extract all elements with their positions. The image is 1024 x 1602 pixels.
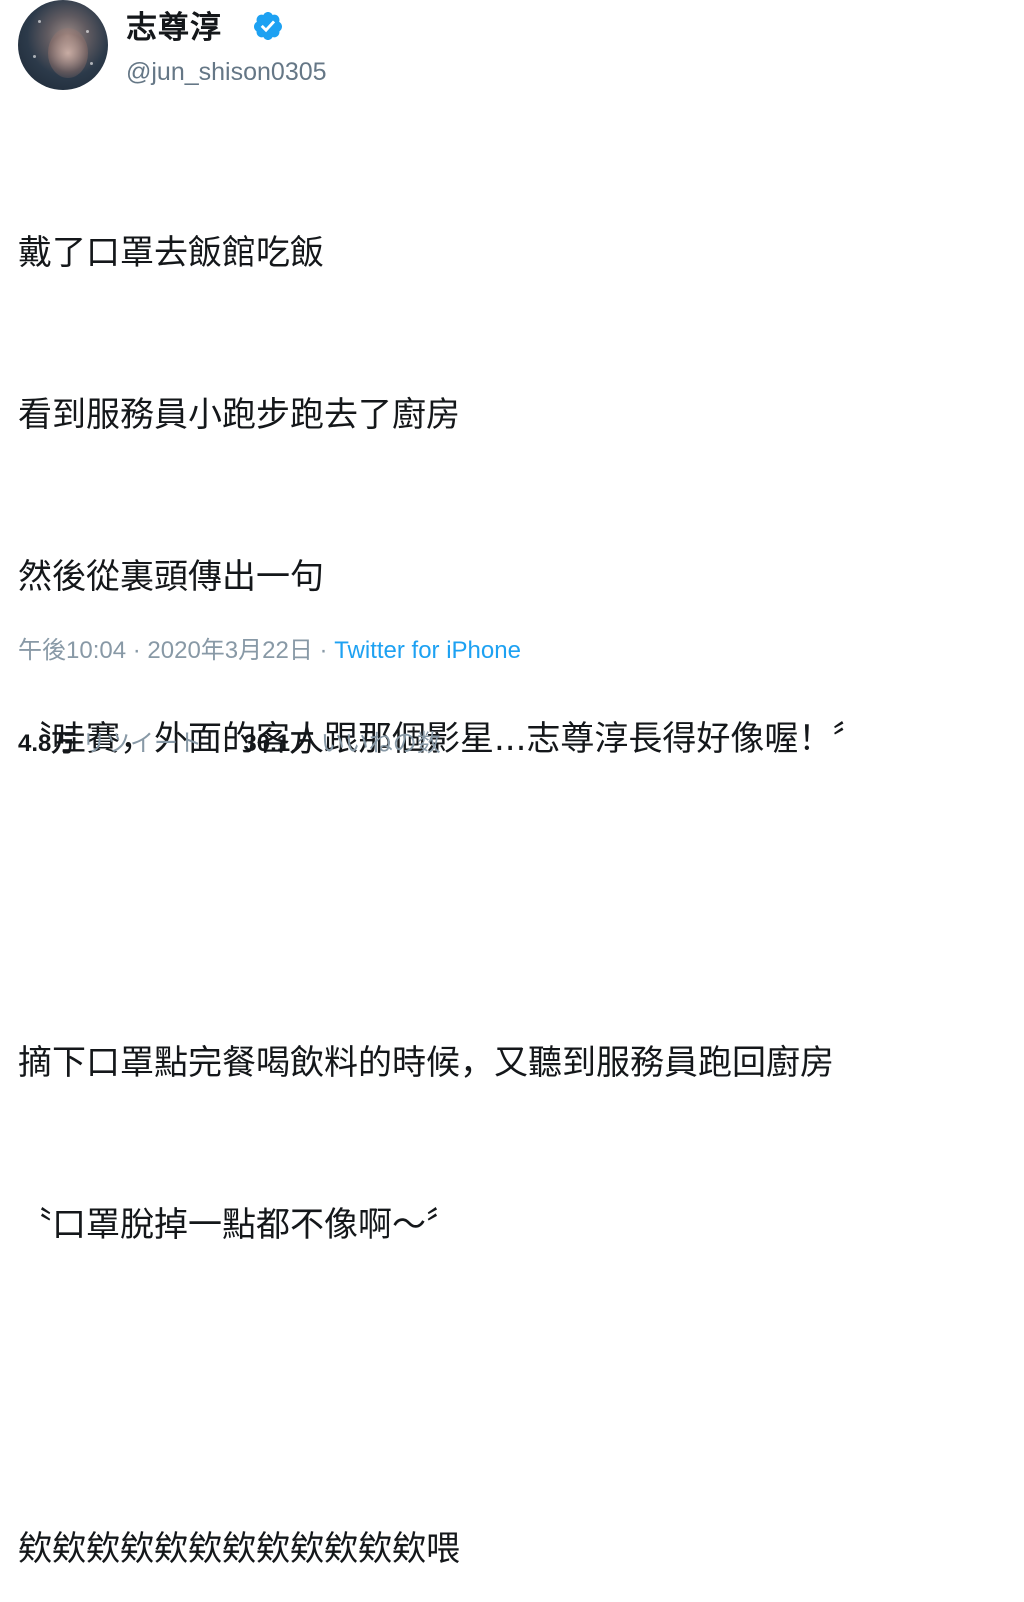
- like-label: いいねの数: [320, 730, 441, 757]
- tweet-line: 然後從裏頭傳出一句: [18, 557, 324, 597]
- meta-separator: ·: [132, 637, 141, 664]
- retweet-count: 4.8万: [18, 730, 76, 757]
- username-handle[interactable]: @jun_shison0305: [126, 55, 327, 89]
- tweet-line: [18, 874, 1018, 928]
- tweet-line: 戴了口罩去飯館吃飯: [18, 233, 324, 273]
- tweet-line: 〝口罩脫掉一點都不像啊～〞: [18, 1205, 460, 1245]
- tweet-metadata: 午後10:04 · 2020年3月22日 · Twitter for iPhon…: [18, 633, 521, 669]
- tweet-line: 摘下口罩點完餐喝飲料的時候，又聽到服務員跑回廚房: [18, 1043, 834, 1083]
- avatar-photo: [48, 28, 88, 78]
- meta-separator: ·: [319, 637, 328, 664]
- tweet-time[interactable]: 午後10:04: [18, 637, 126, 664]
- avatar-sparkle: [38, 20, 41, 23]
- tweet-line: 欸欸欸欸欸欸欸欸欸欸欸欸喂: [18, 1529, 460, 1569]
- tweet-date[interactable]: 2020年3月22日: [147, 637, 312, 664]
- like-stat[interactable]: 30.1万 いいねの数: [243, 730, 440, 757]
- like-count: 30.1万: [243, 730, 315, 757]
- tweet-line: [18, 1360, 1018, 1414]
- avatar-sparkle: [90, 62, 93, 65]
- tweet-text: 戴了口罩去飯館吃飯 看到服務員小跑步跑去了廚房 然後從裏頭傳出一句 〝哇賽，外面…: [18, 118, 1018, 1602]
- verified-badge-icon: [253, 12, 282, 40]
- tweet-stats: 4.8万 リツイート 30.1万 いいねの数: [18, 726, 441, 762]
- avatar-sparkle: [33, 55, 36, 58]
- retweet-stat[interactable]: 4.8万 リツイート: [18, 730, 209, 757]
- tweet-line: 看到服務員小跑步跑去了廚房: [18, 395, 460, 435]
- retweet-label: リツイート: [82, 730, 203, 757]
- avatar[interactable]: [18, 0, 108, 90]
- display-name[interactable]: 志尊淳: [126, 8, 222, 48]
- avatar-sparkle: [86, 30, 89, 33]
- tweet-source-link[interactable]: Twitter for iPhone: [334, 637, 521, 664]
